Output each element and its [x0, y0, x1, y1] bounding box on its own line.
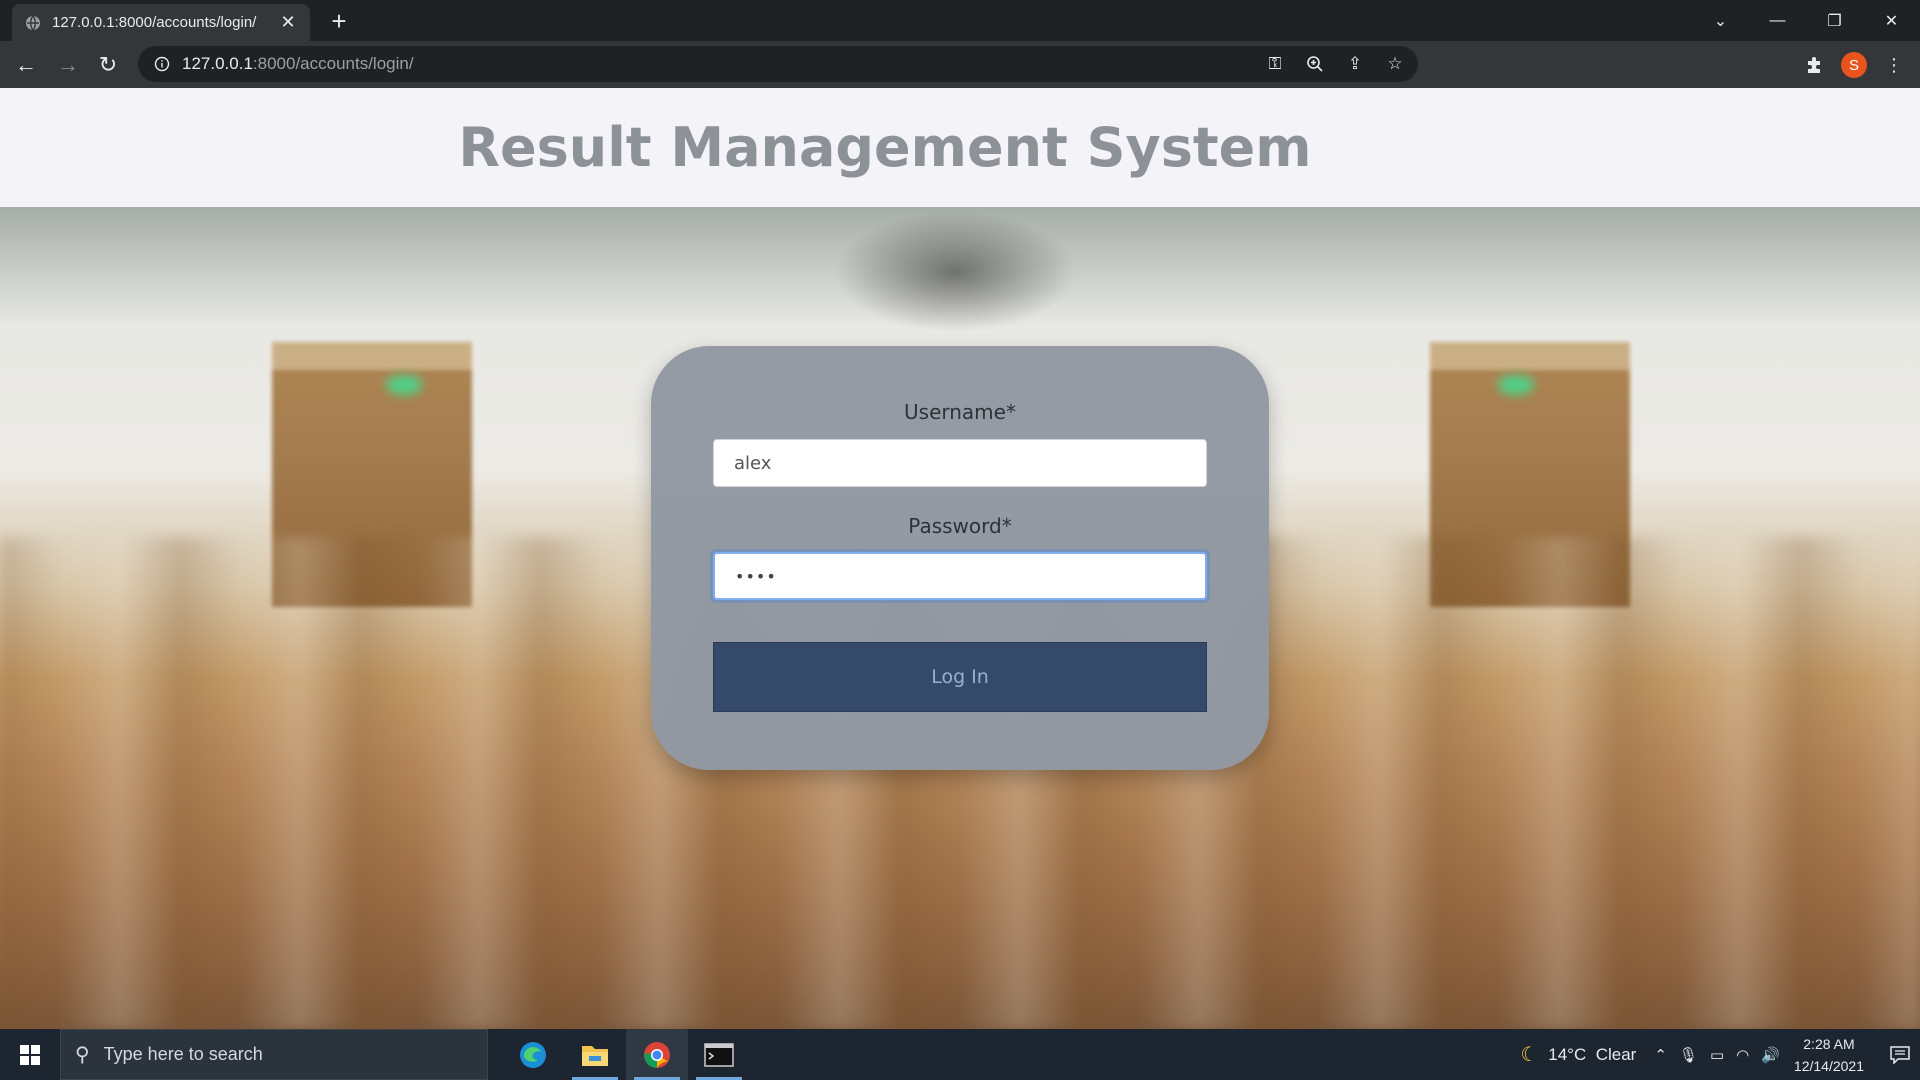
volume-icon[interactable]: 🔊 [1761, 1046, 1780, 1064]
edge-app-icon[interactable] [502, 1029, 564, 1080]
bookmark-star-icon[interactable]: ☆ [1380, 52, 1410, 76]
clock[interactable]: 2:28 AM 12/14/2021 [1794, 1033, 1864, 1077]
page-viewport: Result Management System Username* alex … [0, 88, 1920, 1029]
reload-icon[interactable]: ↻ [92, 49, 124, 81]
zoom-icon[interactable] [1300, 52, 1330, 76]
share-icon[interactable]: ⇪ [1340, 52, 1370, 76]
weather-widget[interactable]: ☾ 14°C Clear [1520, 1042, 1636, 1067]
windows-start-icon[interactable] [0, 1029, 60, 1080]
notifications-icon[interactable] [1880, 1045, 1920, 1064]
terminal-app-icon[interactable] [688, 1029, 750, 1080]
browser-tab[interactable]: 127.0.0.1:8000/accounts/login/ ✕ [12, 4, 310, 41]
new-tab-button[interactable]: + [325, 8, 353, 36]
key-icon[interactable]: ⚿ [1260, 52, 1290, 76]
browser-tabstrip: 127.0.0.1:8000/accounts/login/ ✕ + ⌄ — ❐… [0, 0, 1920, 41]
taskbar: ⚲ Type here to search ☾ 14°C Clear ⌃ 🎙 ▭… [0, 1029, 1920, 1080]
restore-button[interactable]: ❐ [1806, 0, 1863, 41]
chrome-app-icon[interactable] [626, 1029, 688, 1080]
url-path: :8000/accounts/login/ [252, 54, 414, 73]
wifi-icon[interactable]: ◠ [1736, 1046, 1749, 1064]
system-tray: ☾ 14°C Clear ⌃ 🎙 ▭ ◠ 🔊 2:28 AM 12/14/202… [1520, 1029, 1920, 1080]
url-host: 127.0.0.1 [182, 54, 253, 73]
info-icon[interactable] [152, 54, 172, 74]
tab-title: 127.0.0.1:8000/accounts/login/ [52, 14, 257, 31]
profile-avatar[interactable]: S [1838, 49, 1870, 81]
username-input[interactable]: alex [713, 439, 1207, 487]
extensions-puzzle-icon[interactable] [1798, 49, 1830, 81]
close-tab-icon[interactable]: ✕ [278, 12, 298, 33]
back-icon[interactable]: ← [10, 49, 42, 81]
avatar: S [1841, 52, 1867, 78]
file-explorer-icon[interactable] [564, 1029, 626, 1080]
minimize-button[interactable]: — [1749, 0, 1806, 41]
clock-date: 12/14/2021 [1793, 1057, 1864, 1074]
login-button[interactable]: Log In [713, 642, 1207, 712]
exit-light-left [386, 375, 422, 395]
address-bar[interactable]: 127.0.0.1:8000/accounts/login/ ⚿ ⇪ ☆ [138, 46, 1418, 82]
chevron-up-icon[interactable]: ⌃ [1654, 1046, 1667, 1064]
tab-search-icon[interactable]: ⌄ [1692, 0, 1749, 41]
battery-icon[interactable]: ▭ [1710, 1046, 1724, 1064]
taskbar-search[interactable]: ⚲ Type here to search [60, 1029, 488, 1080]
search-icon: ⚲ [75, 1044, 90, 1066]
password-input[interactable]: •••• [713, 552, 1207, 600]
site-header: Result Management System [0, 88, 1920, 207]
exit-light-right [1498, 375, 1534, 395]
search-placeholder: Type here to search [103, 1044, 263, 1064]
username-value: alex [734, 452, 772, 474]
username-label: Username* [904, 400, 1016, 424]
password-label: Password* [908, 514, 1012, 538]
moon-icon: ☾ [1520, 1044, 1539, 1066]
page-title: Result Management System [458, 116, 1312, 179]
password-value: •••• [735, 566, 777, 586]
weather-text: 14°C Clear [1548, 1044, 1637, 1064]
browser-toolbar: ← → ↻ 127.0.0.1:8000/accounts/login/ ⚿ ⇪… [0, 41, 1920, 88]
login-card: Username* alex Password* •••• Log In [651, 346, 1269, 770]
microphone-icon[interactable]: 🎙 [1679, 1046, 1698, 1064]
forward-icon[interactable]: → [52, 49, 84, 81]
clock-time: 2:28 AM [1803, 1035, 1855, 1052]
close-window-button[interactable]: ✕ [1863, 0, 1920, 41]
menu-kebab-icon[interactable]: ⋮ [1878, 49, 1910, 81]
globe-icon [24, 14, 42, 32]
